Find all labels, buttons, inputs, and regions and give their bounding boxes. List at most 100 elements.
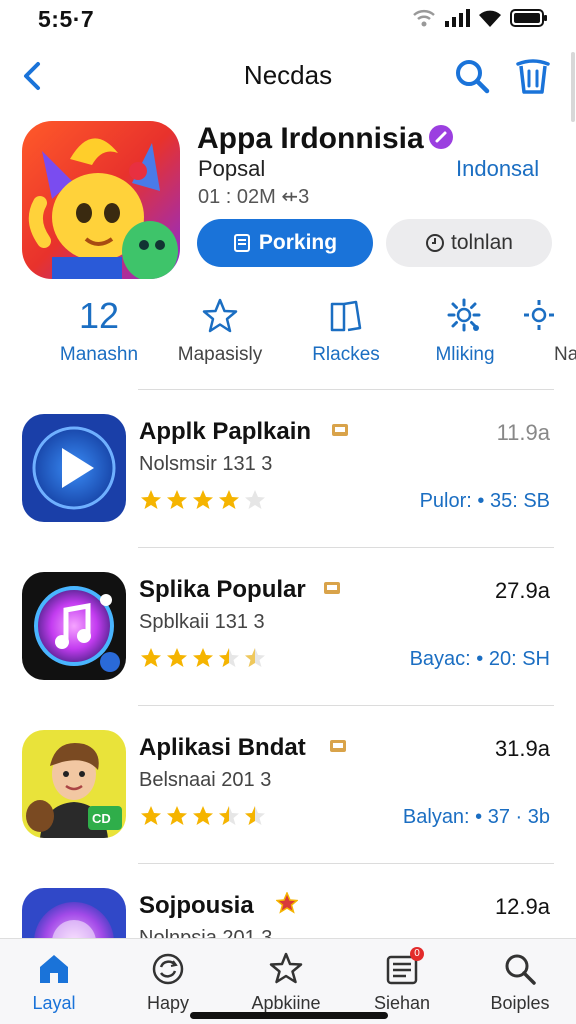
stat-label: Mapasisly: [177, 344, 263, 365]
stat-label: Rlackes: [312, 344, 380, 365]
featured-app-icon[interactable]: [22, 121, 180, 279]
star-badge-icon: [276, 892, 298, 914]
divider: [138, 705, 554, 706]
battery-icon: [510, 9, 547, 27]
featured-app-subtitle: Popsal: [198, 156, 266, 181]
star-rating: [139, 804, 267, 828]
star-empty-icon: [245, 490, 265, 509]
app-name: Applk Paplkain: [139, 418, 312, 445]
wifi-icon: [413, 10, 435, 27]
tab-label: Apbkiine: [251, 993, 321, 1013]
list-item[interactable]: Sojpousia 12.9a Nolnpsia 201 3: [0, 888, 576, 938]
tab-search-list[interactable]: 0 Siehan: [352, 947, 452, 1014]
gift-icon: [332, 424, 348, 436]
notification-badge: 0: [410, 947, 424, 961]
search-icon: [505, 954, 536, 985]
app-size: 27.9a: [494, 578, 550, 603]
app-downloads: Balyan: • 37 · 3b: [402, 806, 550, 828]
gear-icon: [447, 298, 481, 332]
app-name: Aplikasi Bndat: [139, 734, 306, 761]
app-subtitle: Nolsmsir 131 3: [139, 453, 273, 475]
gear-icon: [524, 300, 554, 330]
tab-home[interactable]: Layal: [4, 947, 104, 1014]
secondary-action-button[interactable]: tolnlan: [386, 219, 552, 267]
star-rating: [139, 646, 267, 670]
divider: [138, 389, 554, 390]
trash-icon[interactable]: [512, 54, 554, 96]
signal-icon: [445, 9, 470, 27]
star-half-icon: [219, 806, 239, 825]
icon-badge-text: CD: [92, 811, 111, 826]
divider: [138, 863, 554, 864]
search-icon[interactable]: [452, 56, 492, 96]
star-half-icon: [245, 806, 265, 825]
stat-favorites[interactable]: Mapasisly: [155, 292, 285, 366]
stat-count[interactable]: 12 Manashn: [34, 292, 164, 366]
app-downloads: Bayac: • 20: SH: [409, 648, 550, 670]
app-subtitle: Belsnaai 201 3: [139, 769, 272, 791]
primary-action-label: Porking: [258, 231, 338, 254]
app-name: Splika Popular: [139, 576, 306, 603]
scrollbar[interactable]: [571, 52, 575, 122]
refresh-icon: [152, 953, 184, 985]
stat-more[interactable]: Na: [520, 292, 576, 366]
star-icon: [269, 952, 303, 984]
cartoon-mascot-icon: [22, 121, 180, 279]
stat-label: Manashn: [59, 344, 139, 365]
star-filled-icon: [219, 490, 239, 509]
featured-app-meta: 01 : 02M ⇷3: [198, 186, 310, 208]
list-item[interactable]: Applk Paplkain 11.9a Nolsmsir 131 3 Pulo…: [0, 414, 576, 544]
home-indicator[interactable]: [190, 1012, 388, 1019]
star-filled-icon: [167, 648, 187, 667]
tab-label: Layal: [32, 993, 76, 1013]
stat-settings[interactable]: Mliking: [400, 292, 530, 366]
avatar-app-icon: CD: [22, 730, 126, 838]
developer-link[interactable]: Indonsal: [456, 156, 539, 182]
stat-value: 12: [78, 295, 120, 336]
divider: [138, 547, 554, 548]
stats-row: 12 Manashn Mapasisly Rlackes Mliking Na: [0, 292, 576, 372]
tab-happy[interactable]: Hapy: [118, 947, 218, 1014]
star-filled-icon: [141, 806, 161, 825]
stat-library[interactable]: Rlackes: [281, 292, 411, 366]
app-size: 31.9a: [494, 736, 550, 761]
star-filled-icon: [193, 490, 213, 509]
list-item[interactable]: Splika Popular 27.9a Spblkaii 131 3 Baya…: [0, 572, 576, 702]
music-app-icon: [22, 572, 126, 680]
music-app-icon: [22, 888, 126, 938]
stat-label: Na: [554, 344, 576, 365]
tab-search[interactable]: Boiples: [470, 947, 570, 1014]
home-icon: [40, 955, 68, 983]
list-item[interactable]: CD Aplikasi Bndat 31.9a Belsnaai 201 3 B…: [0, 730, 576, 860]
star-empty-icon: [245, 648, 265, 667]
star-filled-icon: [193, 806, 213, 825]
status-icons: [412, 8, 548, 28]
tab-label: Siehan: [373, 993, 431, 1013]
app-subtitle: Spblkaii 131 3: [139, 611, 265, 633]
tab-label: Hapy: [146, 993, 190, 1013]
tab-label: Boiples: [490, 993, 550, 1013]
clock-icon: [426, 234, 445, 252]
tab-apps[interactable]: Apbkiine: [236, 947, 336, 1014]
secondary-action-label: tolnlan: [451, 231, 513, 254]
video-player-app-icon: [22, 414, 126, 522]
star-filled-icon: [167, 490, 187, 509]
app-size: 11.9a: [496, 420, 550, 445]
status-bar: 5:5·7: [0, 0, 576, 40]
app-subtitle: Nolnpsia 201 3: [139, 927, 273, 938]
wifi-strong-icon: [479, 10, 501, 27]
verified-badge-icon: [429, 125, 453, 149]
app-size: 12.9a: [494, 894, 550, 919]
star-outline-icon: [202, 298, 238, 333]
star-filled-icon: [141, 648, 161, 667]
document-icon: [233, 234, 250, 252]
featured-app-title: Appa Irdonnisia: [197, 122, 424, 155]
star-half-icon: [219, 648, 239, 667]
book-icon: [330, 300, 362, 332]
gift-icon: [330, 740, 346, 752]
star-filled-icon: [167, 806, 187, 825]
primary-action-button[interactable]: Porking: [197, 219, 373, 267]
navigation-bar: Necdas: [0, 48, 576, 104]
app-downloads: Pulor: • 35: SB: [419, 490, 550, 512]
gift-icon: [324, 582, 340, 594]
